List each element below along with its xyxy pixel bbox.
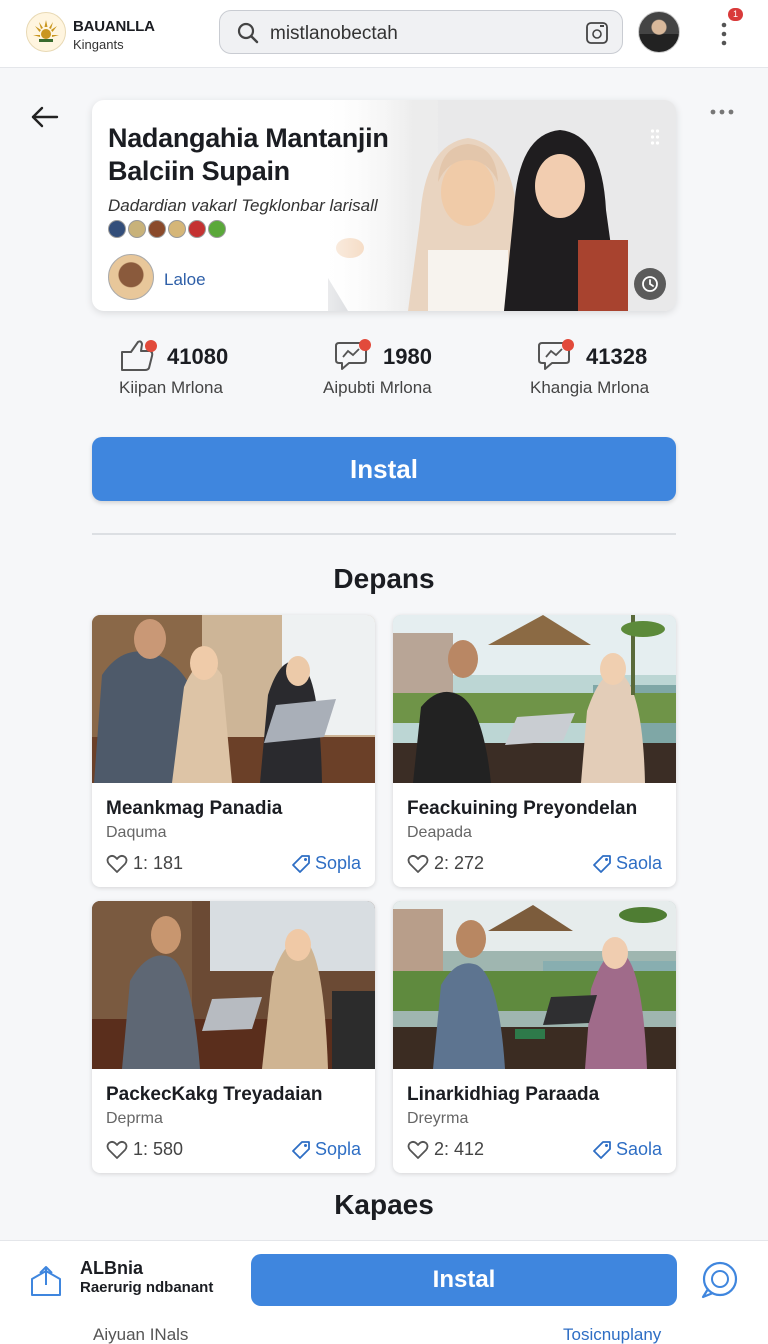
card-title: Meankmag Panadia <box>106 798 283 819</box>
stat-value: 41328 <box>586 344 648 369</box>
stat-label: Aipubti Mrlona <box>323 378 432 397</box>
notification-badge: 1 <box>728 8 743 21</box>
badge-icon <box>208 220 226 238</box>
card-subtitle: Deprma <box>106 1110 163 1127</box>
badge-icon <box>188 220 206 238</box>
card-image <box>92 901 375 1069</box>
divider <box>92 533 676 535</box>
like-count: 2: 412 <box>434 1139 485 1159</box>
stat-item[interactable]: 41080 Kiipan Mrlona <box>119 334 289 404</box>
card-subtitle: Dreyrma <box>407 1110 469 1127</box>
badge-icon <box>108 220 126 238</box>
share-label: Sopla <box>314 1139 361 1159</box>
heart-icon <box>407 854 429 873</box>
heart-icon <box>407 1140 429 1159</box>
card-subtitle: Deapada <box>407 824 472 841</box>
share-icon <box>119 338 159 372</box>
brand-logo-icon[interactable] <box>26 12 66 52</box>
footer-link-right[interactable]: Tosicnuplany <box>563 1325 661 1344</box>
app-name: ALBnia <box>80 1258 143 1278</box>
brand-tagline: Kingants <box>73 37 124 52</box>
card-title: PackecKakg Treyadaian <box>106 1084 323 1105</box>
content-card[interactable]: Linarkidhiag Paraada Dreyrma 2: 412 Saol… <box>393 901 676 1173</box>
section-title: Kapaes <box>334 1189 434 1220</box>
top-app-bar: BAUANLLA Kingants mistlanobectah 1 <box>0 0 768 68</box>
like-count: 2: 272 <box>434 853 485 873</box>
history-icon[interactable] <box>634 268 666 300</box>
like-button[interactable]: 2: 272 <box>407 853 484 874</box>
stat-item[interactable]: 1980 Aipubti Mrlona <box>323 334 493 404</box>
stat-value: 1980 <box>383 344 432 369</box>
stat-item[interactable]: 41328 Khangia Mrlona <box>530 334 700 404</box>
author-avatar[interactable] <box>108 254 154 300</box>
stat-label: Khangia Mrlona <box>530 378 650 397</box>
drag-handle-icon[interactable] <box>650 128 660 151</box>
card-subtitle: Daquma <box>106 824 167 841</box>
card-image <box>393 901 676 1069</box>
stat-value: 41080 <box>167 344 229 369</box>
hero-title: Nadangahia Mantanjin Balciin Supain <box>108 123 389 186</box>
tag-icon <box>292 1140 310 1159</box>
like-count: 1: 580 <box>133 1139 184 1159</box>
chat-icon <box>538 338 578 372</box>
content-card[interactable]: PackecKakg Treyadaian Deprma 1: 580 Sopl… <box>92 901 375 1173</box>
chat-bubble-icon[interactable] <box>698 1259 740 1301</box>
badge-icon <box>128 220 146 238</box>
badge-icon <box>148 220 166 238</box>
share-button[interactable]: Sopla <box>291 853 361 874</box>
lens-icon[interactable] <box>584 20 610 51</box>
content-card[interactable]: Feackuining Preyondelan Deapada 2: 272 S… <box>393 615 676 887</box>
search-icon <box>236 21 260 50</box>
share-button[interactable]: Saola <box>592 1139 662 1160</box>
stat-label: Kiipan Mrlona <box>119 378 223 397</box>
like-count: 1: 181 <box>133 853 184 873</box>
author-name[interactable]: Laloe <box>164 270 206 290</box>
tag-icon <box>593 1140 611 1159</box>
search-input[interactable]: mistlanobectah <box>270 23 398 45</box>
tag-icon <box>292 854 310 873</box>
hero-badge-row <box>108 220 226 238</box>
back-arrow-icon[interactable] <box>28 100 62 134</box>
content-card[interactable]: Meankmag Panadia Daquma 1: 181 Sopla <box>92 615 375 887</box>
footer-link-left[interactable]: Aiyuan INals <box>93 1325 188 1344</box>
bottom-install-bar: ALBnia Raerurig ndbanant Instal Aiyuan I… <box>0 1240 768 1344</box>
heart-icon <box>106 854 128 873</box>
bottom-install-button[interactable]: Instal <box>251 1254 677 1306</box>
card-title: Feackuining Preyondelan <box>407 798 638 819</box>
app-developer: Raerurig ndbanant <box>80 1279 214 1296</box>
install-button[interactable]: Instal <box>92 437 676 501</box>
hero-subtitle: Dadardian vakarl Tegklonbar larisall <box>108 196 378 215</box>
heart-icon <box>106 1140 128 1159</box>
more-horizontal-icon[interactable] <box>704 100 740 124</box>
comment-icon <box>335 338 375 372</box>
app-box-icon[interactable] <box>26 1261 66 1301</box>
like-button[interactable]: 1: 181 <box>106 853 183 874</box>
profile-avatar[interactable] <box>638 11 680 53</box>
search-bar[interactable]: mistlanobectah <box>219 10 623 54</box>
like-button[interactable]: 2: 412 <box>407 1139 484 1160</box>
like-button[interactable]: 1: 580 <box>106 1139 183 1160</box>
card-title: Linarkidhiag Paraada <box>407 1084 600 1105</box>
badge-icon <box>168 220 186 238</box>
share-label: Saola <box>615 1139 662 1159</box>
brand-name: BAUANLLA <box>73 18 155 35</box>
share-button[interactable]: Saola <box>592 853 662 874</box>
share-button[interactable]: Sopla <box>291 1139 361 1160</box>
hero-banner[interactable]: Nadangahia Mantanjin Balciin Supain Dada… <box>92 100 676 311</box>
share-label: Sopla <box>314 853 361 873</box>
card-image <box>393 615 676 783</box>
section-title: Depans <box>333 563 435 594</box>
card-image <box>92 615 375 783</box>
share-label: Saola <box>615 853 662 873</box>
tag-icon <box>593 854 611 873</box>
